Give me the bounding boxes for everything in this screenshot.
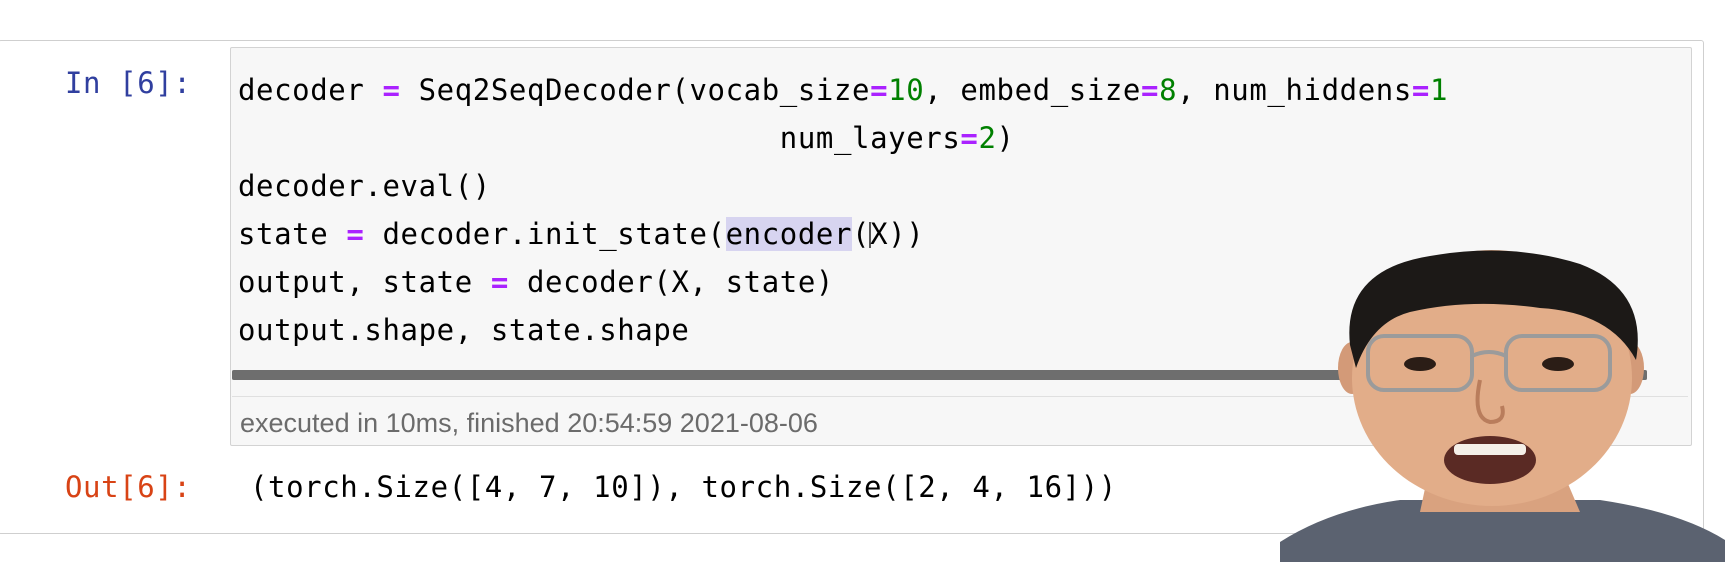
presenter-webcam-overlay [1280,250,1725,562]
input-prompt: In [6]: [65,66,192,100]
code-line: output, state = decoder(X, state) [238,265,834,299]
code-line: state = decoder.init_state(encoder(X)) [238,217,925,251]
notebook-page: In [6]: decoder = Seq2SeqDecoder(vocab_s… [0,0,1725,562]
code-editor[interactable]: decoder = Seq2SeqDecoder(vocab_size=10, … [238,66,1448,354]
code-line: num_layers=2) [779,121,1015,155]
cell-output: (torch.Size([4, 7, 10]), torch.Size([2, … [250,470,1117,504]
code-line: decoder = Seq2SeqDecoder(vocab_size=10, … [238,73,1449,107]
output-prompt: Out[6]: [65,470,192,504]
selection-highlight: encoder [725,217,853,251]
code-line: output.shape, state.shape [238,313,690,347]
code-line: decoder.eval() [238,169,491,203]
person-icon [1280,250,1725,562]
